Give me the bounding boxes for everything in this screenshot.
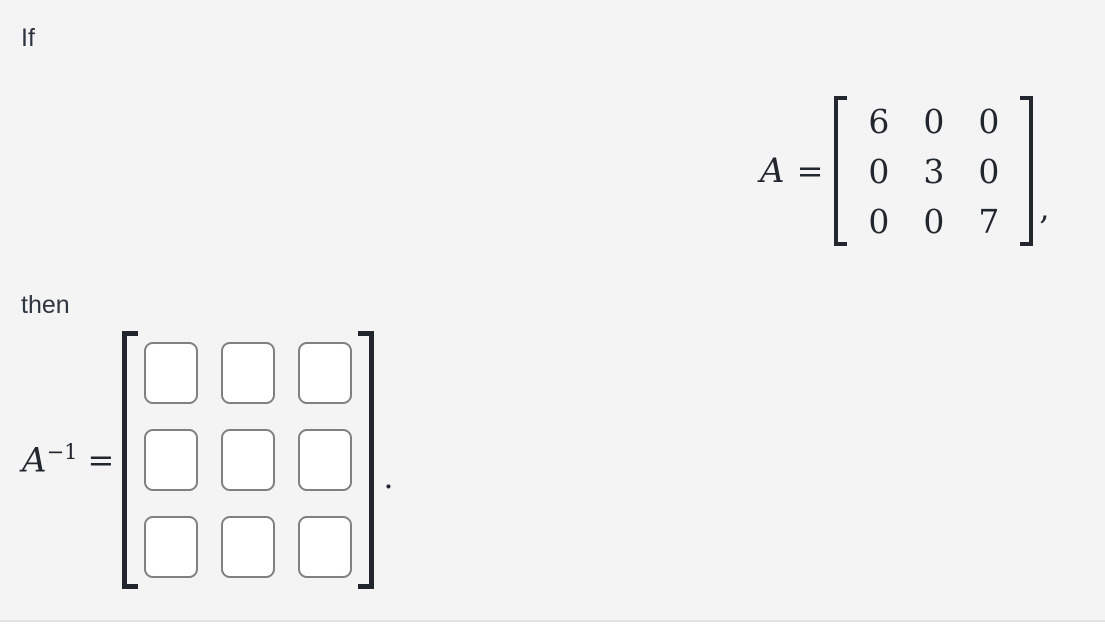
answer-matrix-equation: A−1 = .	[22, 331, 394, 589]
given-variable-label: A	[760, 151, 785, 191]
given-bracket-close-icon	[1020, 96, 1034, 246]
answer-input-r1c2[interactable]	[221, 342, 276, 404]
problem-intro-text: If	[21, 24, 35, 52]
answer-input-r2c2[interactable]	[221, 429, 276, 491]
answer-input-r1c1[interactable]	[144, 342, 199, 404]
matrix-cell-r3c3: 7	[978, 201, 1000, 241]
matrix-cell-r3c1: 0	[868, 201, 890, 241]
answer-variable-label: A−1	[22, 440, 78, 478]
answer-bracket-close-icon	[358, 331, 375, 589]
problem-conclusion-text: then	[21, 291, 70, 319]
matrix-cell-r1c2: 0	[923, 101, 945, 141]
matrix-cell-r1c3: 0	[978, 101, 1000, 141]
given-equals-sign: =	[796, 152, 824, 190]
matrix-cell-r2c2: 3	[923, 151, 945, 191]
answer-input-r3c1[interactable]	[144, 516, 199, 578]
answer-equals-sign: =	[87, 441, 115, 479]
problem-panel: If A = 6 0 0 0 3 0 0 0 7 , then A−1 = .	[0, 0, 1105, 622]
given-bracket-open-icon	[834, 96, 848, 246]
matrix-cell-r2c3: 0	[978, 151, 1000, 191]
answer-input-r1c3[interactable]	[298, 342, 353, 404]
answer-input-r3c3[interactable]	[298, 516, 353, 578]
answer-input-r2c1[interactable]	[144, 429, 199, 491]
answer-input-r2c3[interactable]	[298, 429, 353, 491]
given-matrix-equation: A = 6 0 0 0 3 0 0 0 7 ,	[760, 96, 1050, 246]
matrix-cell-r1c1: 6	[868, 101, 890, 141]
answer-input-r3c2[interactable]	[221, 516, 276, 578]
matrix-cell-r3c2: 0	[923, 201, 945, 241]
given-matrix-grid: 6 0 0 0 3 0 0 0 7	[847, 96, 1020, 246]
given-trailing-comma: ,	[1039, 189, 1050, 227]
answer-input-grid	[138, 331, 358, 589]
matrix-cell-r2c1: 0	[868, 151, 890, 191]
answer-bracket-open-icon	[122, 331, 139, 589]
answer-variable-base: A	[22, 440, 47, 481]
answer-variable-exponent: −1	[46, 440, 78, 465]
answer-trailing-period: .	[383, 458, 394, 496]
page-root: If A = 6 0 0 0 3 0 0 0 7 , then A−1 = .	[0, 0, 1105, 640]
